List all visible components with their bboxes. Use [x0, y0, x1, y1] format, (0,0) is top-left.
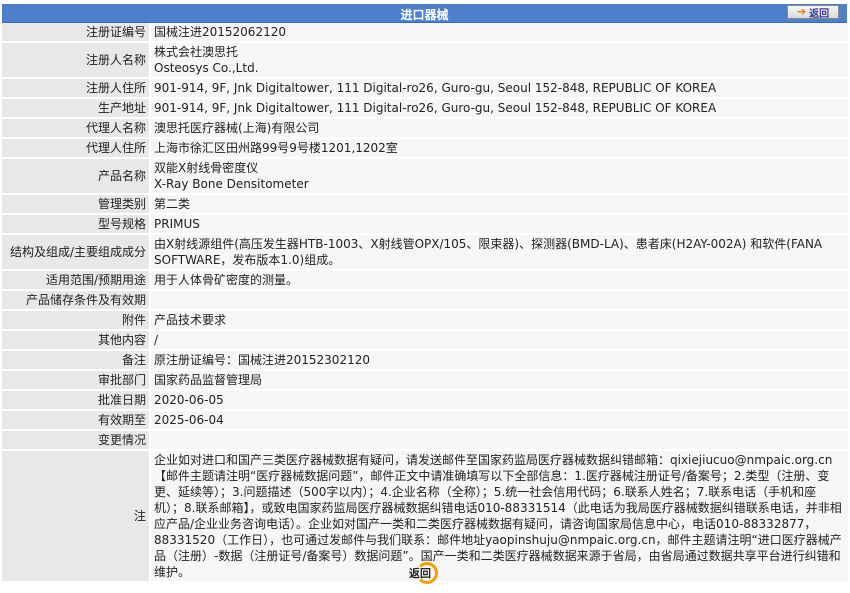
detail-row: 注册人住所 901-914, 9F, Jnk Digitaltower, 111 … [2, 78, 848, 98]
field-label: 管理类别 [2, 194, 150, 214]
detail-row: 型号规格 PRIMUS [2, 214, 848, 234]
detail-row: 批准日期 2020-06-05 [2, 390, 848, 410]
field-value: 国家药品监督管理局 [149, 370, 848, 390]
field-label: 批准日期 [2, 390, 150, 410]
detail-row: 产品名称 双能X射线骨密度仪 X-Ray Bone Densitometer [2, 158, 848, 194]
field-value: 株式会社澳思托 Osteosys Co.,Ltd. [149, 42, 848, 78]
detail-row: 代理人住所 上海市徐汇区田州路99号9号楼1201,1202室 [2, 138, 848, 158]
field-value: 由X射线源组件(高压发生器HTB-1003、X射线管OPX/105、限束器)、探… [149, 234, 848, 270]
field-value: 双能X射线骨密度仪 X-Ray Bone Densitometer [149, 158, 848, 194]
field-value: 国械注进20152062120 [149, 23, 848, 42]
field-value [149, 290, 848, 310]
detail-row: 代理人名称 澳思托医疗器械(上海)有限公司 [2, 118, 848, 138]
field-label: 附件 [2, 310, 150, 330]
field-value: 第二类 [149, 194, 848, 214]
detail-row: 备注 原注册证编号：国械注进20152302120 [2, 350, 848, 370]
field-value: 901-914, 9F, Jnk Digitaltower, 111 Digit… [149, 78, 848, 98]
field-value: PRIMUS [149, 214, 848, 234]
field-label: 适用范围/预期用途 [2, 270, 150, 290]
detail-row: 适用范围/预期用途 用于人体骨矿密度的测量。 [2, 270, 848, 290]
detail-row: 生产地址 901-914, 9F, Jnk Digitaltower, 111 D… [2, 98, 848, 118]
field-label: 备注 [2, 350, 150, 370]
field-value: 用于人体骨矿密度的测量。 [149, 270, 848, 290]
field-label: 其他内容 [2, 330, 150, 350]
field-label: 注册人住所 [2, 78, 150, 98]
field-label: 注册证编号 [2, 23, 150, 42]
field-label: 产品储存条件及有效期 [2, 290, 150, 310]
detail-row: 管理类别 第二类 [2, 194, 848, 214]
field-label: 代理人名称 [2, 118, 150, 138]
field-value: 澳思托医疗器械(上海)有限公司 [149, 118, 848, 138]
field-label: 审批部门 [2, 370, 150, 390]
detail-row: 注册人名称 株式会社澳思托 Osteosys Co.,Ltd. [2, 42, 848, 78]
arrow-right-icon: ➔ [796, 5, 807, 18]
detail-row: 产品储存条件及有效期 [2, 290, 848, 310]
field-value: / [149, 330, 848, 350]
detail-row: 附件 产品技术要求 [2, 310, 848, 330]
note-text: 企业如对进口和国产三类医疗器械数据有疑问，请发送邮件至国家药监局医疗器械数据纠错… [149, 450, 848, 582]
field-label: 产品名称 [2, 158, 150, 194]
detail-row: 结构及组成/主要组成成分 由X射线源组件(高压发生器HTB-1003、X射线管OP… [2, 234, 848, 270]
field-label: 型号规格 [2, 214, 150, 234]
field-value: 2020-06-05 [149, 390, 848, 410]
detail-row: 注册证编号 国械注进20152062120 [2, 23, 848, 42]
detail-row: 审批部门 国家药品监督管理局 [2, 370, 848, 390]
field-label: 注册人名称 [2, 42, 150, 78]
device-detail-table: 注册证编号 国械注进20152062120 注册人名称 株式会社澳思托 Osteosy… [2, 23, 848, 583]
field-value: 原注册证编号：国械注进20152302120 [149, 350, 848, 370]
field-value: 2025-06-04 [149, 410, 848, 430]
page-title: 进口器械 [400, 8, 449, 22]
field-value: 上海市徐汇区田州路99号9号楼1201,1202室 [149, 138, 848, 158]
detail-row: 变更情况 [2, 430, 848, 450]
back-button-bottom-label: 返回 [409, 567, 431, 580]
field-label: 有效期至 [2, 410, 150, 430]
field-label: 变更情况 [2, 430, 150, 450]
detail-row: 其他内容 / [2, 330, 848, 350]
page-header-bar: 进口器械 ➔ 返回 [2, 4, 847, 23]
detail-row: 有效期至 2025-06-04 [2, 410, 848, 430]
note-label: 注 [2, 450, 150, 582]
field-label: 代理人住所 [2, 138, 150, 158]
field-value: 产品技术要求 [149, 310, 848, 330]
field-label: 生产地址 [2, 98, 150, 118]
back-button-top[interactable]: ➔ 返回 [787, 5, 839, 20]
field-value [149, 430, 848, 450]
back-button-bottom[interactable]: 返回 [396, 562, 444, 584]
back-button-top-label: 返回 [809, 8, 830, 20]
field-label: 结构及组成/主要组成成分 [2, 234, 150, 270]
field-value: 901-914, 9F, Jnk Digitaltower, 111 Digit… [149, 98, 848, 118]
